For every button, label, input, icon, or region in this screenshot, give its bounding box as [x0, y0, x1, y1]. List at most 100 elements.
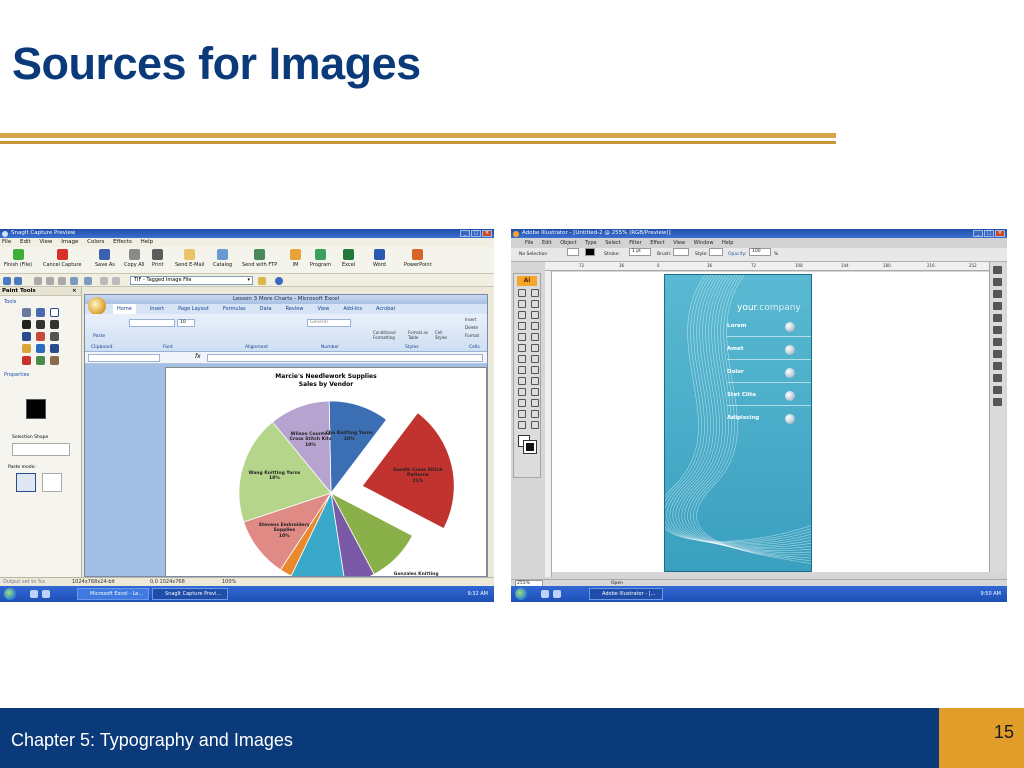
finish-button[interactable]: Finish (File) [4, 249, 32, 268]
ai-menu-window[interactable]: Window [694, 240, 714, 246]
close-button[interactable]: × [482, 230, 492, 237]
mesh-icon[interactable] [518, 377, 526, 385]
menu-row-5[interactable]: Adipiscing [727, 409, 811, 429]
crop-icon[interactable] [531, 399, 539, 407]
tab-page-layout[interactable]: Page Layout [178, 304, 209, 314]
ai-fill-swatch[interactable] [567, 248, 579, 256]
ai-menu-view[interactable]: View [673, 240, 685, 246]
ai-minimize-button[interactable]: _ [973, 230, 983, 237]
format-as-table-button[interactable]: Format as Table [408, 330, 432, 340]
line-tool-icon[interactable] [36, 320, 45, 329]
eyedropper-icon[interactable] [518, 388, 526, 396]
ai-close-button[interactable]: × [995, 230, 1005, 237]
tab-add-ins[interactable]: Add-Ins [343, 304, 362, 314]
spray-tool-icon[interactable] [36, 356, 45, 365]
quicklaunch-ie-icon[interactable] [42, 590, 50, 598]
color-swatch[interactable] [26, 399, 46, 419]
help-icon[interactable] [275, 277, 283, 285]
transparency-panel-icon[interactable] [993, 350, 1002, 358]
swatches-panel-icon[interactable] [993, 290, 1002, 298]
brush-tool-icon[interactable] [50, 356, 59, 365]
arrow-tool-icon[interactable] [50, 320, 59, 329]
excel-button[interactable]: Excel [342, 249, 355, 268]
menu-colors[interactable]: Colors [87, 239, 104, 245]
artboard[interactable]: your.company Lorem Amet Dolor Stet Clita… [664, 274, 812, 572]
catalog-button[interactable]: Catalog [213, 249, 232, 268]
color-panel-icon[interactable] [993, 266, 1002, 274]
zoom-icon[interactable] [518, 421, 526, 429]
conditional-formatting-button[interactable]: Conditional Formatting [373, 330, 405, 340]
menu-row-4[interactable]: Stet Clita [727, 386, 811, 406]
scissors-icon[interactable] [518, 410, 526, 418]
ai-style-field[interactable] [709, 248, 723, 256]
save-small-icon[interactable] [70, 277, 78, 285]
brushes-panel-icon[interactable] [993, 302, 1002, 310]
stroke-panel-icon[interactable] [993, 326, 1002, 334]
artboards-panel-icon[interactable] [993, 398, 1002, 406]
font-size-box[interactable]: 10 [177, 319, 195, 327]
menu-image[interactable]: Image [61, 239, 78, 245]
graph-icon[interactable] [531, 366, 539, 374]
menu-file[interactable]: File [2, 239, 11, 245]
ai-menu-help[interactable]: Help [722, 240, 733, 246]
tab-home[interactable]: Home [113, 304, 136, 314]
ai-stroke-field[interactable]: 1 pt [629, 248, 651, 256]
scale-icon[interactable] [531, 344, 539, 352]
selection-tool-icon[interactable] [22, 308, 31, 317]
taskbar-illustrator[interactable]: Adobe Illustrator - [... [589, 588, 663, 600]
callout-tool-icon[interactable] [22, 356, 31, 365]
formula-input[interactable] [207, 354, 483, 362]
start-button[interactable] [4, 588, 16, 600]
ai-maximize-button[interactable]: □ [984, 230, 994, 237]
undo-icon[interactable] [100, 277, 108, 285]
quicklaunch-desktop-icon[interactable] [30, 590, 38, 598]
menu-help[interactable]: Help [141, 239, 154, 245]
print-small-icon[interactable] [84, 277, 92, 285]
fill-stroke-widget[interactable] [518, 435, 537, 454]
symbols-panel-icon[interactable] [993, 314, 1002, 322]
taskbar-snagit[interactable]: SnagIt Capture Previ... [152, 588, 228, 600]
eraser-icon[interactable] [50, 332, 59, 341]
tab-view[interactable]: View [317, 304, 329, 314]
word-button[interactable]: Word [373, 249, 386, 268]
layers-panel-icon[interactable] [993, 386, 1002, 394]
rectangle-icon[interactable] [531, 322, 539, 330]
ai-menu-file[interactable]: File [525, 240, 533, 246]
color-guide-icon[interactable] [993, 278, 1002, 286]
selection-tool-icon[interactable] [518, 289, 526, 297]
menu-row-1[interactable]: Lorem [727, 317, 811, 337]
rotate-icon[interactable] [518, 344, 526, 352]
paste-mode-opaque[interactable] [16, 473, 36, 492]
cut-icon[interactable] [34, 277, 42, 285]
file-format-select[interactable]: TIF - Tagged Image File ▾ [130, 276, 253, 285]
direct-selection-icon[interactable] [531, 289, 539, 297]
pencil-icon[interactable] [531, 333, 539, 341]
function-icon[interactable]: fx [195, 353, 201, 360]
stamp-tool-icon[interactable] [36, 344, 45, 353]
paste-mode-transparent[interactable] [42, 473, 62, 492]
tab-insert[interactable]: Insert [150, 304, 164, 314]
free-transform-icon[interactable] [531, 355, 539, 363]
gradient-panel-icon[interactable] [993, 338, 1002, 346]
ai-menu-select[interactable]: Select [605, 240, 620, 246]
ai-menu-type[interactable]: Type [585, 240, 596, 246]
hand-icon[interactable] [531, 410, 539, 418]
print-button[interactable]: Print [152, 249, 164, 268]
pen-icon[interactable] [518, 311, 526, 319]
lasso-icon[interactable] [531, 300, 539, 308]
name-box[interactable] [88, 354, 160, 362]
font-name-box[interactable] [129, 319, 175, 327]
menu-row-2[interactable]: Amet [727, 340, 811, 360]
taskbar-excel[interactable]: Microsoft Excel - Le... [77, 588, 149, 600]
shape-tool-icon[interactable] [22, 332, 31, 341]
minimize-button[interactable]: _ [460, 230, 470, 237]
tab-review[interactable]: Review [286, 304, 304, 314]
powerpoint-button[interactable]: PowerPoint [404, 249, 432, 268]
maximize-button[interactable]: □ [471, 230, 481, 237]
line-icon[interactable] [518, 322, 526, 330]
magic-wand-icon[interactable] [518, 300, 526, 308]
ai-opacity-field[interactable]: 100 [749, 248, 771, 256]
im-button[interactable]: IM [290, 249, 301, 268]
save-as-button[interactable]: Save As [95, 249, 115, 268]
format-cells-button[interactable]: Format [465, 333, 479, 338]
